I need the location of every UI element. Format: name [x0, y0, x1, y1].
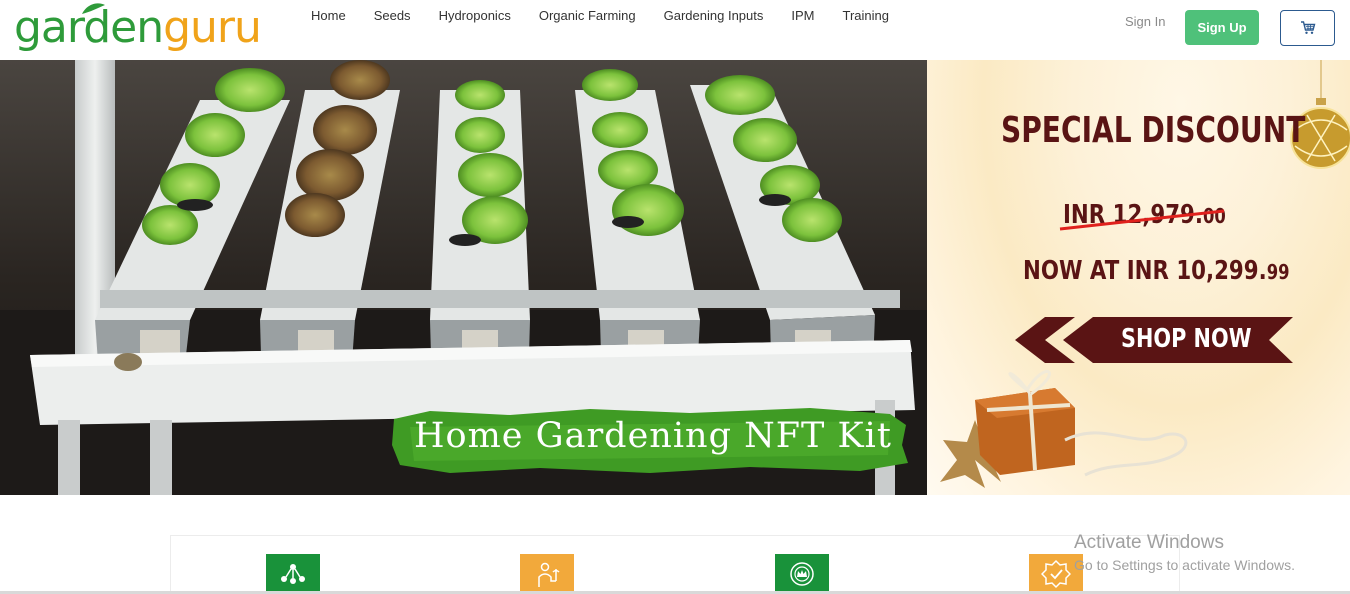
price-strikethrough: [1059, 209, 1225, 231]
network-icon: [281, 564, 305, 584]
activate-windows-watermark: Activate Windows Go to Settings to activ…: [1074, 532, 1295, 573]
ad-new-price: NOW AT INR 10,299.99: [1023, 256, 1290, 286]
sign-in-link[interactable]: Sign In: [1125, 14, 1165, 29]
main-nav: Home Seeds Hydroponics Organic Farming G…: [297, 7, 903, 25]
cart-icon: [1300, 21, 1315, 34]
gift-box-icon: [940, 370, 1188, 488]
feature-quality: [775, 554, 829, 594]
site-header: gardenguru Home Seeds Hydroponics Organi…: [0, 0, 1350, 60]
nav-training[interactable]: Training: [829, 7, 903, 25]
page: gardenguru Home Seeds Hydroponics Organi…: [0, 0, 1350, 594]
quality-badge-icon: [790, 562, 814, 586]
farmer-icon: [538, 562, 560, 587]
hero-caption: Home Gardening NFT Kit: [414, 416, 892, 456]
sign-up-button[interactable]: Sign Up: [1185, 10, 1259, 45]
feature-farmer: [520, 554, 574, 594]
nav-gardening-inputs[interactable]: Gardening Inputs: [650, 7, 778, 25]
ad-title: SPECIAL DISCOUNT: [1001, 110, 1306, 151]
nav-seeds[interactable]: Seeds: [360, 7, 425, 25]
nav-hydroponics[interactable]: Hydroponics: [425, 7, 525, 25]
brand-logo[interactable]: gardenguru: [14, 2, 262, 54]
hero-banner[interactable]: Home Gardening NFT Kit SPECIAL DISCOUNT …: [0, 60, 1350, 495]
hero-photo: Home Gardening NFT Kit: [0, 60, 927, 495]
certified-badge-icon: [1041, 559, 1071, 589]
nav-organic-farming[interactable]: Organic Farming: [525, 7, 650, 25]
feature-network: [266, 554, 320, 594]
nav-ipm[interactable]: IPM: [777, 7, 828, 25]
cart-button[interactable]: [1280, 10, 1335, 46]
nav-home[interactable]: Home: [297, 7, 360, 25]
shop-now-label[interactable]: SHOP NOW: [1121, 324, 1252, 354]
leaf-icon: [82, 3, 105, 14]
special-discount-ad[interactable]: SPECIAL DISCOUNT INR 12,979.00 NOW AT IN…: [927, 60, 1350, 495]
